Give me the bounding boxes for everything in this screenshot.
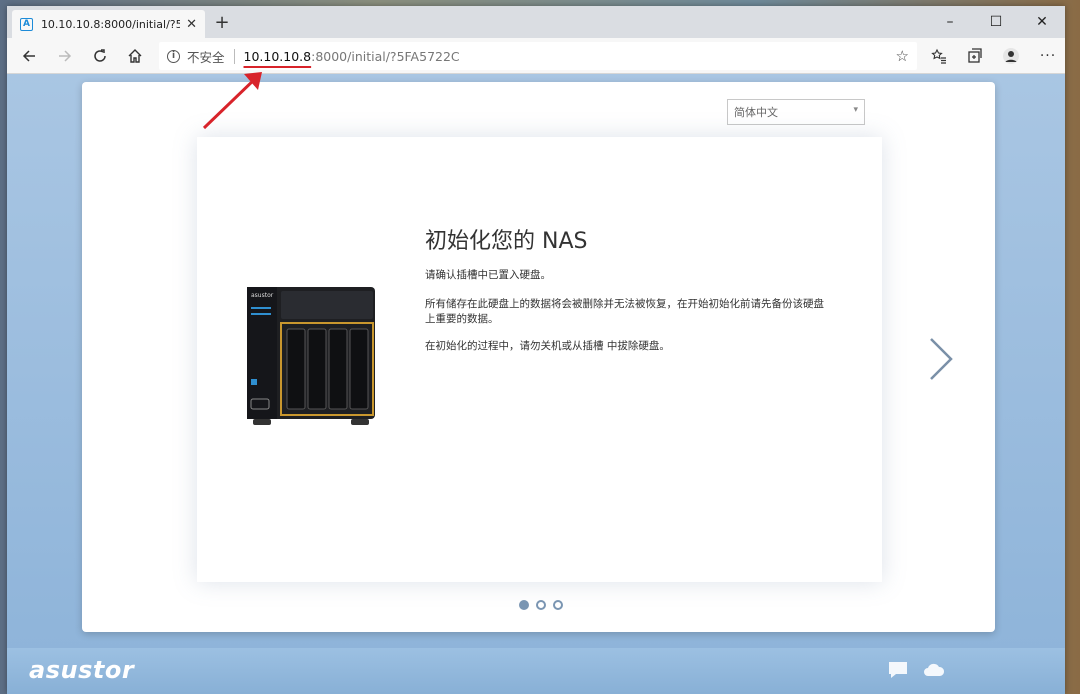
annotation-arrow-icon	[202, 72, 262, 130]
pagination-dot-2[interactable]	[536, 600, 546, 610]
info-icon[interactable]: i	[167, 49, 180, 63]
browser-toolbar: i 不安全 10.10.10.8 :8000/initial/?5FA5722C…	[7, 38, 1065, 74]
setup-card: 简体中文 ▾ asustor 初始化您的 NAS 请确认插槽中已置入硬盘。 所有…	[82, 82, 995, 632]
maximize-button[interactable]: ☐	[973, 6, 1019, 38]
home-button[interactable]	[121, 42, 149, 70]
ellipsis-icon: ···	[1039, 48, 1057, 64]
home-icon	[128, 49, 142, 63]
url-host: 10.10.10.8	[243, 48, 312, 64]
more-menu-button[interactable]: ···	[1034, 42, 1062, 70]
avatar-icon	[1003, 48, 1019, 64]
chevron-down-icon: ▾	[853, 105, 858, 115]
tab-title: 10.10.10.8:8000/initial/?5FA5722C	[40, 17, 181, 31]
svg-text:asustor: asustor	[251, 292, 274, 299]
back-arrow-icon	[22, 50, 35, 62]
tab-strip: A 10.10.10.8:8000/initial/?5FA5722C ✕ + …	[7, 6, 1065, 38]
url-path: :8000/initial/?5FA5722C	[311, 48, 460, 64]
collections-button[interactable]	[961, 42, 989, 70]
nas-device-image: asustor	[247, 287, 375, 425]
next-slide-arrow-icon[interactable]	[927, 337, 955, 381]
security-label[interactable]: 不安全	[187, 47, 225, 66]
asustor-favicon-icon: A	[20, 17, 33, 31]
forward-button[interactable]	[51, 42, 79, 70]
chat-icon[interactable]	[887, 660, 909, 680]
cloud-icon[interactable]	[923, 660, 945, 680]
close-window-button[interactable]: ✕	[1019, 6, 1065, 38]
footer-icons	[887, 660, 945, 680]
pagination-dots	[519, 600, 563, 610]
window-controls: – ☐ ✕	[927, 6, 1065, 38]
active-tab[interactable]: A 10.10.10.8:8000/initial/?5FA5722C ✕	[12, 10, 205, 38]
tab-close-icon[interactable]: ✕	[186, 17, 197, 32]
instruction-text-1: 请确认插槽中已置入硬盘。	[425, 269, 551, 281]
page-content: 简体中文 ▾ asustor 初始化您的 NAS 请确认插槽中已置入硬盘。 所有…	[7, 74, 1065, 694]
minimize-button[interactable]: –	[927, 6, 973, 38]
language-select[interactable]: 简体中文 ▾	[727, 99, 865, 125]
favorites-button[interactable]	[925, 42, 953, 70]
slide-panel: asustor 初始化您的 NAS 请确认插槽中已置入硬盘。 所有储存在此硬盘上…	[197, 137, 882, 582]
favorite-star-icon[interactable]: ☆	[896, 47, 909, 65]
footer-bar: asustor	[7, 648, 1065, 694]
refresh-icon	[94, 49, 106, 62]
collections-icon	[968, 48, 982, 63]
forward-arrow-icon	[59, 50, 72, 62]
page-title: 初始化您的 NAS	[425, 229, 588, 254]
asustor-logo: asustor	[29, 656, 135, 684]
new-tab-button[interactable]: +	[210, 12, 234, 34]
browser-window: A 10.10.10.8:8000/initial/?5FA5722C ✕ + …	[7, 6, 1065, 694]
address-divider	[233, 48, 235, 64]
profile-button[interactable]	[997, 42, 1025, 70]
pagination-dot-1[interactable]	[519, 600, 529, 610]
instruction-text-2: 所有储存在此硬盘上的数据将会被删除并无法被恢复，在开始初始化前请先备份该硬盘上重…	[425, 298, 824, 325]
refresh-button[interactable]	[86, 42, 114, 70]
language-select-value: 简体中文	[734, 106, 778, 119]
instruction-text-3: 在初始化的过程中，请勿关机或从插槽 中拔除硬盘。	[425, 340, 670, 352]
back-button[interactable]	[15, 42, 43, 70]
favorites-list-icon	[931, 48, 946, 64]
pagination-dot-3[interactable]	[553, 600, 563, 610]
